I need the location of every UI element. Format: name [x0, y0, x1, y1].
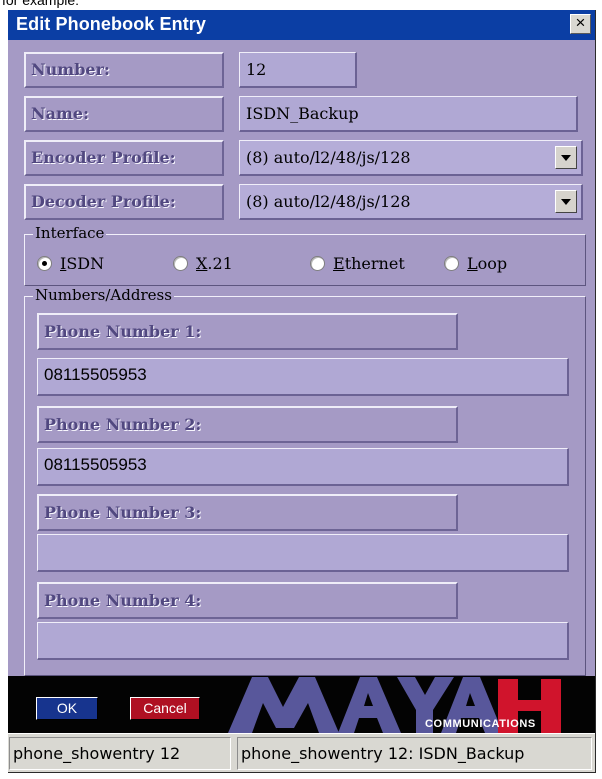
encoder-profile-label: Encoder Profile:	[24, 140, 224, 176]
ok-button[interactable]: OK	[36, 697, 98, 720]
close-icon: ×	[575, 13, 586, 32]
status-left: phone_showentry 12	[9, 737, 231, 770]
ethernet-label: Ethernet	[333, 254, 405, 273]
number-label: Number:	[24, 52, 224, 88]
radio-button-icon[interactable]	[173, 256, 188, 271]
numbers-address-legend: Numbers/Address	[33, 286, 174, 304]
decoder-profile-value: (8) auto/l2/48/js/128	[246, 192, 411, 211]
encoder-profile-value: (8) auto/l2/48/js/128	[246, 148, 411, 167]
title-bar: Edit Phonebook Entry ×	[8, 10, 595, 40]
name-label: Name:	[24, 96, 224, 132]
name-field[interactable]: ISDN_Backup	[239, 96, 578, 132]
radio-button-icon[interactable]	[37, 256, 52, 271]
phone-number-2-field[interactable]: 08115505953	[37, 448, 569, 486]
edit-phonebook-dialog: Edit Phonebook Entry × Number: 12 Name: …	[8, 10, 596, 773]
status-bar: phone_showentry 12 phone_showentry 12: I…	[8, 733, 595, 772]
interface-legend: Interface	[33, 224, 107, 242]
phone-number-1-label: Phone Number 1:	[37, 313, 458, 350]
isdn-label: ISDN	[60, 254, 105, 273]
decoder-profile-label: Decoder Profile:	[24, 184, 224, 220]
interface-radio-x21[interactable]: X.21	[173, 254, 233, 273]
phone-number-2-label: Phone Number 2:	[37, 406, 458, 443]
decoder-profile-select[interactable]: (8) auto/l2/48/js/128	[239, 184, 583, 220]
phone-number-3-label: Phone Number 3:	[37, 494, 458, 531]
dialog-action-bar: COMMUNICATIONS OK Cancel	[8, 676, 595, 733]
logo-tagline: COMMUNICATIONS	[425, 718, 536, 730]
chevron-down-icon[interactable]	[555, 190, 577, 213]
number-field[interactable]: 12	[239, 52, 357, 88]
chevron-down-icon[interactable]	[555, 146, 577, 169]
interface-radio-ethernet[interactable]: Ethernet	[310, 254, 405, 273]
interface-radio-isdn[interactable]: ISDN	[37, 254, 104, 273]
interface-radio-loop[interactable]: Loop	[444, 254, 507, 273]
loop-label: Loop	[467, 254, 508, 273]
phone-number-1-field[interactable]: 08115505953	[37, 358, 569, 396]
window-title: Edit Phonebook Entry	[16, 14, 207, 34]
phone-number-3-field[interactable]	[37, 534, 569, 572]
phone-number-4-field[interactable]	[37, 622, 569, 660]
numbers-address-group	[24, 296, 586, 676]
radio-button-icon[interactable]	[310, 256, 325, 271]
encoder-profile-select[interactable]: (8) auto/l2/48/js/128	[239, 140, 583, 176]
phone-number-4-label: Phone Number 4:	[37, 582, 458, 619]
cropped-caption: for example:	[2, 0, 80, 8]
x21-label: X.21	[196, 254, 233, 273]
radio-button-icon[interactable]	[444, 256, 459, 271]
cancel-button[interactable]: Cancel	[130, 697, 200, 720]
close-button[interactable]: ×	[570, 14, 591, 34]
status-right: phone_showentry 12: ISDN_Backup	[237, 737, 592, 770]
